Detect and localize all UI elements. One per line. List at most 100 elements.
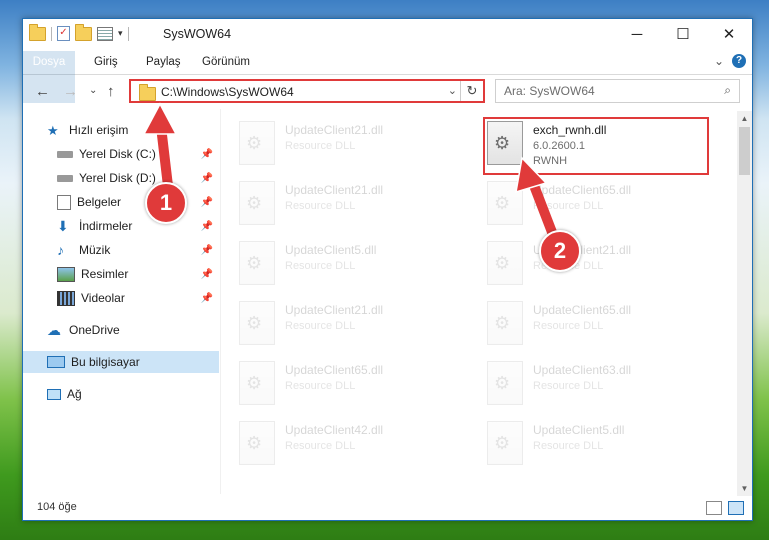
- sidebar-item-label: Ağ: [67, 387, 82, 401]
- new-folder-icon[interactable]: [75, 23, 92, 41]
- up-button[interactable]: ↑: [107, 83, 115, 100]
- sidebar-item-quick-access[interactable]: ★ Hızlı erişim: [23, 119, 219, 141]
- file-name: UpdateClient65.dll: [533, 183, 632, 197]
- pin-icon[interactable]: 📌: [201, 293, 213, 304]
- pin-icon[interactable]: 📌: [201, 221, 213, 232]
- scroll-up-icon[interactable]: ▲: [737, 111, 752, 126]
- search-icon[interactable]: ⌕: [724, 83, 731, 98]
- tab-home[interactable]: Giriş: [94, 51, 118, 74]
- dll-file-icon: [239, 301, 275, 345]
- cloud-icon: ☁: [47, 321, 61, 338]
- file-name: UpdateClient65.dll: [285, 363, 384, 377]
- list-item[interactable]: UpdateClient5.dll Resource DLL: [485, 417, 715, 469]
- back-button[interactable]: ←: [35, 83, 50, 100]
- sidebar-item-videos[interactable]: Videolar 📌: [23, 287, 219, 309]
- list-item[interactable]: UpdateClient65.dll Resource DLL: [485, 177, 715, 229]
- pictures-icon: [57, 266, 75, 282]
- step-badge-1: 1: [145, 182, 187, 224]
- dll-file-icon: [487, 241, 523, 285]
- sidebar-item-local-disk-d[interactable]: Yerel Disk (D:) 📌: [23, 167, 219, 189]
- address-path[interactable]: C:\Windows\SysWOW64: [161, 85, 294, 99]
- step-badge-2: 2: [539, 230, 581, 272]
- file-name: UpdateClient21.dll: [285, 303, 384, 317]
- address-bar[interactable]: C:\Windows\SysWOW64 ⌄ ↻: [129, 79, 485, 103]
- sidebar-item-this-pc[interactable]: Bu bilgisayar: [23, 351, 219, 373]
- sidebar-item-label: Hızlı erişim: [69, 123, 129, 137]
- dll-file-icon: [239, 241, 275, 285]
- large-icons-view-icon[interactable]: [728, 501, 744, 515]
- sidebar-item-downloads[interactable]: ⬇ İndirmeler 📌: [23, 215, 219, 237]
- list-item[interactable]: UpdateClient21.dll Resource DLL: [237, 297, 467, 349]
- download-icon: ⬇: [57, 217, 69, 234]
- pin-icon[interactable]: 📌: [201, 197, 213, 208]
- sidebar-item-documents[interactable]: Belgeler 📌: [23, 191, 219, 213]
- dll-file-icon: [239, 421, 275, 465]
- file-description: Resource DLL: [533, 200, 604, 212]
- file-name: UpdateClient63.dll: [533, 363, 632, 377]
- tab-view[interactable]: Görünüm: [202, 51, 250, 74]
- expand-ribbon-icon[interactable]: ⌄: [714, 54, 724, 68]
- sidebar-item-local-disk-c[interactable]: Yerel Disk (C:) 📌: [23, 143, 219, 165]
- sidebar-item-network[interactable]: Ağ: [23, 383, 219, 405]
- search-box[interactable]: Ara: SysWOW64 ⌕: [495, 79, 740, 103]
- list-item[interactable]: UpdateClient65.dll Resource DLL: [237, 357, 467, 409]
- computer-icon: [47, 356, 65, 368]
- sidebar-item-pictures[interactable]: Resimler 📌: [23, 263, 219, 285]
- address-dropdown-icon[interactable]: ⌄: [448, 84, 457, 97]
- customize-qat-icon[interactable]: ▾: [118, 28, 123, 39]
- drive-icon: [57, 150, 73, 158]
- sidebar-item-label: Bu bilgisayar: [71, 355, 140, 369]
- video-icon: [57, 290, 75, 306]
- sidebar-item-label: Resimler: [81, 267, 129, 281]
- help-icon[interactable]: ?: [732, 54, 746, 68]
- recent-locations-button[interactable]: ⌄: [89, 85, 97, 96]
- window-title: SysWOW64: [163, 27, 232, 41]
- sidebar-item-label: Müzik: [79, 243, 111, 257]
- close-button[interactable]: ✕: [706, 19, 752, 49]
- music-icon: ♪: [57, 241, 64, 258]
- scroll-down-icon[interactable]: ▼: [737, 481, 752, 496]
- sidebar-item-label: Yerel Disk (D:): [79, 171, 156, 185]
- list-item[interactable]: UpdateClient21.dll Resource DLL: [485, 237, 715, 289]
- refresh-button[interactable]: ↻: [460, 81, 483, 101]
- properties-check-icon[interactable]: ✓: [57, 26, 70, 41]
- sidebar-item-label: İndirmeler: [79, 219, 133, 233]
- sidebar-item-music[interactable]: ♪ Müzik 📌: [23, 239, 219, 261]
- dll-file-icon: [239, 181, 275, 225]
- ribbon-tabs: Dosya Giriş Paylaş Görünüm ⌄ ?: [23, 51, 752, 103]
- view-buttons: [706, 501, 744, 515]
- list-item[interactable]: UpdateClient21.dll Resource DLL: [237, 177, 467, 229]
- list-item[interactable]: UpdateClient5.dll Resource DLL: [237, 237, 467, 289]
- file-description: Resource DLL: [285, 440, 356, 452]
- star-icon: ★: [47, 122, 59, 138]
- details-view-icon[interactable]: [706, 501, 722, 515]
- pin-icon[interactable]: 📌: [201, 173, 213, 184]
- pane-divider: [220, 109, 221, 494]
- list-item[interactable]: UpdateClient42.dll Resource DLL: [237, 417, 467, 469]
- pin-icon[interactable]: 📌: [201, 269, 213, 280]
- file-description: Resource DLL: [533, 380, 604, 392]
- sidebar-item-onedrive[interactable]: ☁ OneDrive: [23, 319, 219, 341]
- list-item[interactable]: UpdateClient63.dll Resource DLL: [485, 357, 715, 409]
- network-icon: [47, 388, 61, 400]
- file-name: UpdateClient21.dll: [285, 123, 384, 137]
- list-item[interactable]: UpdateClient65.dll Resource DLL: [485, 297, 715, 349]
- separator: [127, 26, 129, 41]
- pin-icon[interactable]: 📌: [201, 149, 213, 160]
- properties-icon[interactable]: [97, 26, 113, 41]
- navigation-pane: ★ Hızlı erişim Yerel Disk (C:) 📌 Yerel D…: [23, 111, 219, 496]
- file-description: Resource DLL: [285, 140, 356, 152]
- maximize-button[interactable]: ☐: [660, 19, 706, 49]
- dll-file-icon: [239, 361, 275, 405]
- vertical-scrollbar[interactable]: ▲ ▼: [737, 111, 752, 496]
- quick-access-toolbar: ✓ ▾: [29, 23, 129, 41]
- minimize-button[interactable]: ─: [614, 19, 660, 49]
- file-description: Resource DLL: [285, 320, 356, 332]
- file-highlight-box: [483, 117, 709, 175]
- list-item[interactable]: UpdateClient21.dll Resource DLL: [237, 117, 467, 169]
- pin-icon[interactable]: 📌: [201, 245, 213, 256]
- tab-share[interactable]: Paylaş: [146, 51, 181, 74]
- forward-button[interactable]: →: [63, 83, 78, 100]
- scrollbar-thumb[interactable]: [739, 127, 750, 175]
- sidebar-item-label: Videolar: [81, 291, 125, 305]
